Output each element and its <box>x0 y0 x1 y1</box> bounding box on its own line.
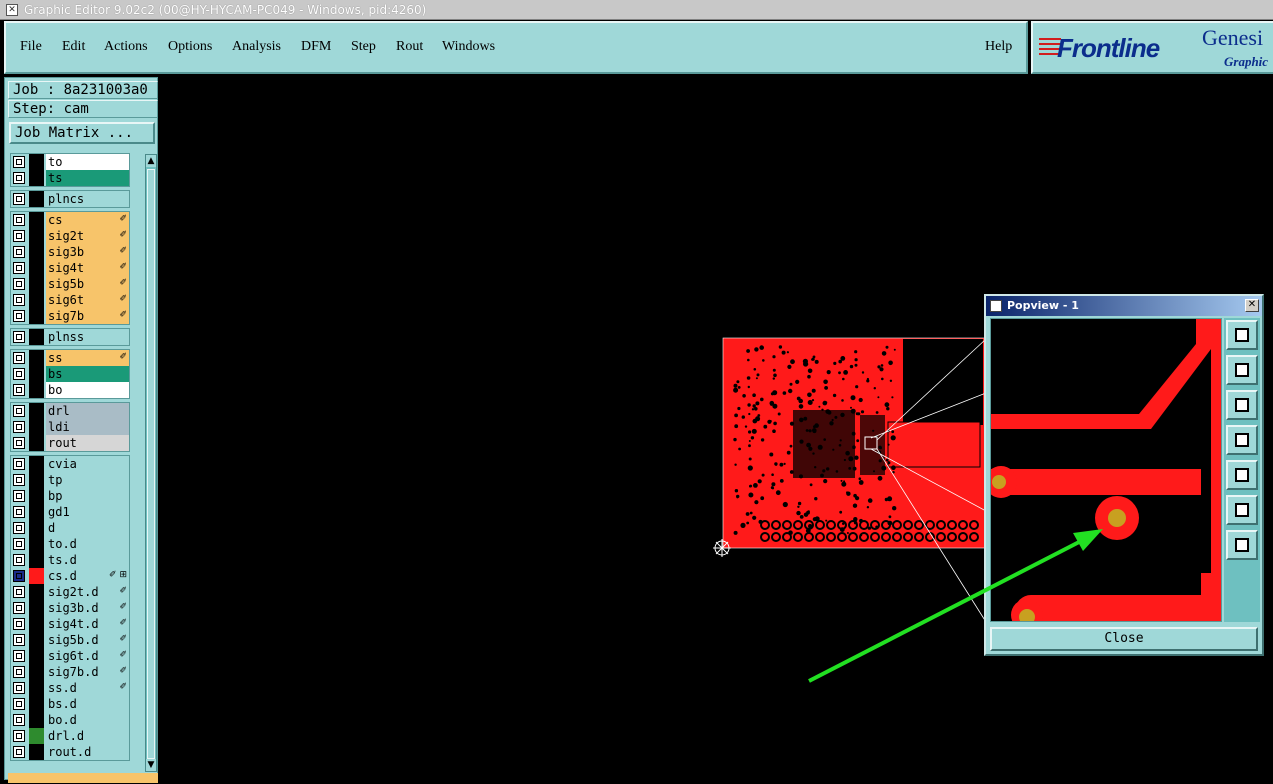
annotation-arrow <box>808 529 1103 683</box>
